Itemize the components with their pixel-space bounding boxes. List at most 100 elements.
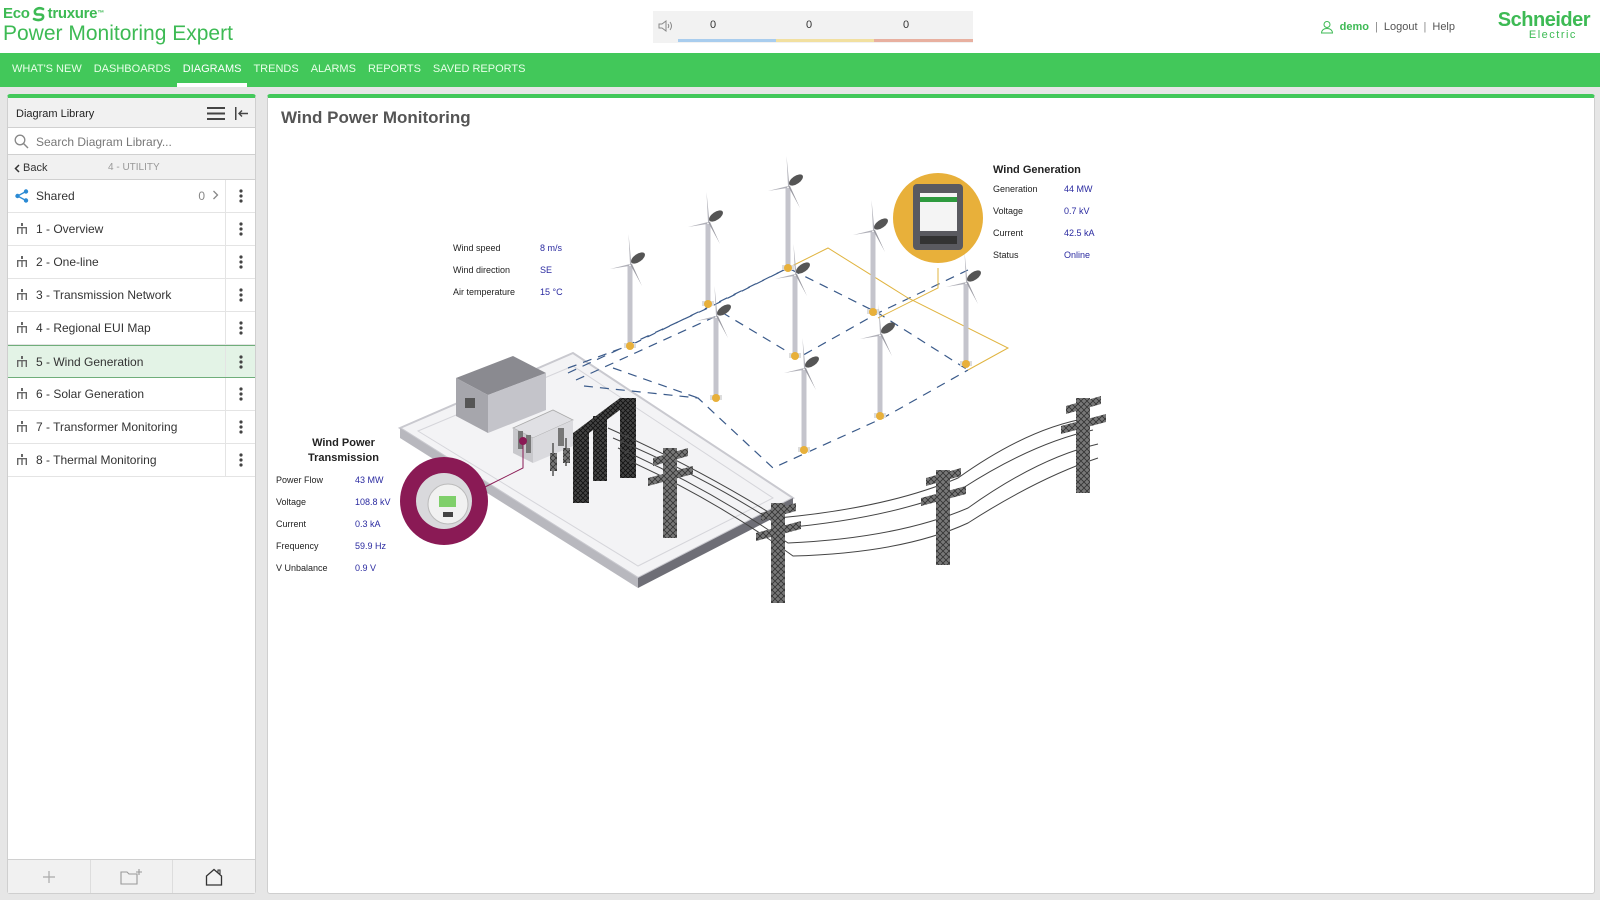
alarm-count-low[interactable]: 0 xyxy=(710,19,716,31)
library-item-shared[interactable]: Shared 0 xyxy=(8,180,255,213)
info-label: Status xyxy=(993,250,1019,260)
library-item[interactable]: 8 - Thermal Monitoring xyxy=(8,444,255,477)
wind-power-transmission-info: Wind Power Transmission Power Flow 43 MW V… xyxy=(276,436,406,585)
more-options-button[interactable] xyxy=(225,180,255,212)
brand-logo: Eco truxure ™ Power Monitoring Expert xyxy=(3,5,233,45)
more-options-button[interactable] xyxy=(225,444,255,476)
info-label: Voltage xyxy=(276,497,307,507)
main-nav: What's New Dashboards Diagrams Trends Al… xyxy=(0,53,1600,87)
library-item-label: 1 - Overview xyxy=(36,222,104,236)
user-name-link[interactable]: demo xyxy=(1340,21,1369,33)
library-item-label: 8 - Thermal Monitoring xyxy=(36,453,157,467)
add-folder-button[interactable] xyxy=(91,860,174,893)
info-value: 15 °C xyxy=(540,287,563,297)
wind-turbine[interactable] xyxy=(775,244,812,360)
library-item[interactable]: 1 - Overview xyxy=(8,213,255,246)
ecostruxure-s-icon xyxy=(32,6,44,21)
transmission-tower xyxy=(756,503,801,603)
nav-reports[interactable]: Reports xyxy=(362,53,427,87)
alarm-line-medium xyxy=(776,39,874,42)
info-row: Voltage 108.8 kV xyxy=(276,497,406,519)
nav-trends[interactable]: Trends xyxy=(247,53,304,87)
transmission-tower xyxy=(921,468,966,565)
info-row: Generation 44 MW xyxy=(993,184,1123,206)
more-vertical-icon xyxy=(238,288,243,302)
library-item[interactable]: 5 - Wind Generation xyxy=(8,345,255,378)
nav-saved-reports[interactable]: Saved Reports xyxy=(427,53,532,87)
info-label: Air temperature xyxy=(453,287,516,297)
wind-turbine[interactable] xyxy=(853,200,890,316)
info-row: Current 0.3 kA xyxy=(276,519,406,541)
wind-turbine[interactable] xyxy=(688,192,725,308)
diagram-list: 1 - Overview 2 - One-line 3 - Transmission… xyxy=(8,213,255,477)
alarm-summary-bar[interactable]: 0 0 0 xyxy=(653,11,973,43)
info-row: Voltage 0.7 kV xyxy=(993,206,1123,228)
info-value: 108.8 kV xyxy=(355,497,391,507)
add-diagram-button[interactable] xyxy=(8,860,91,893)
library-search xyxy=(8,128,255,155)
transmission-meter[interactable] xyxy=(400,457,488,545)
nav-alarms[interactable]: Alarms xyxy=(305,53,362,87)
chevron-right-icon xyxy=(212,189,219,203)
diagram-library-panel: Diagram Library Back 4 - UTILITY Shared … xyxy=(7,94,256,894)
diagram-hierarchy-icon xyxy=(17,388,27,399)
library-item[interactable]: 3 - Transmission Network xyxy=(8,279,255,312)
info-row: Status Online xyxy=(993,250,1123,272)
more-options-button[interactable] xyxy=(225,246,255,278)
weather-info: Wind speed 8 m/s Wind direction SE Air tempe… xyxy=(453,243,593,309)
brand-truxure-text: truxure xyxy=(47,5,98,22)
help-link[interactable]: Help xyxy=(1432,21,1455,33)
wind-turbine[interactable] xyxy=(696,286,733,402)
logout-link[interactable]: Logout xyxy=(1384,21,1418,33)
library-title: Diagram Library xyxy=(16,108,95,120)
ecostruxure-logo: Eco truxure ™ xyxy=(3,5,104,22)
speaker-icon[interactable] xyxy=(658,19,674,33)
alarm-count-high[interactable]: 0 xyxy=(903,19,909,31)
library-item[interactable]: 7 - Transformer Monitoring xyxy=(8,411,255,444)
wind-generation-info: Wind Generation Generation 44 MW Voltage 0.… xyxy=(993,164,1123,272)
brand-eco-text: Eco xyxy=(3,5,30,22)
wind-turbine[interactable] xyxy=(768,156,805,272)
search-input[interactable] xyxy=(36,132,246,151)
diagram-hierarchy-icon xyxy=(17,322,27,333)
wind-turbine[interactable] xyxy=(946,252,983,368)
more-vertical-icon xyxy=(238,354,243,369)
info-label: Wind speed xyxy=(453,243,501,253)
library-item[interactable]: 4 - Regional EUI Map xyxy=(8,312,255,345)
more-options-button[interactable] xyxy=(225,213,255,245)
nav-whats-new[interactable]: What's New xyxy=(6,53,88,87)
more-options-button[interactable] xyxy=(225,312,255,344)
more-vertical-icon xyxy=(238,189,243,203)
shared-label: Shared xyxy=(36,189,75,203)
vendor-subname: Electric xyxy=(1528,29,1577,41)
product-name: Power Monitoring Expert xyxy=(3,22,233,45)
hamburger-menu-icon[interactable] xyxy=(207,107,225,120)
add-icon xyxy=(42,870,55,883)
more-options-button[interactable] xyxy=(225,279,255,311)
back-button[interactable]: Back xyxy=(14,162,47,174)
more-vertical-icon xyxy=(238,387,243,401)
diagram-hierarchy-icon xyxy=(17,355,27,367)
library-item-label: 5 - Wind Generation xyxy=(36,354,144,369)
collapse-panel-icon[interactable] xyxy=(235,107,249,120)
nav-diagrams[interactable]: Diagrams xyxy=(176,53,248,87)
home-icon xyxy=(206,868,223,886)
alarm-count-medium[interactable]: 0 xyxy=(806,19,812,31)
nav-dashboards[interactable]: Dashboards xyxy=(88,53,177,87)
generation-meter[interactable] xyxy=(893,173,983,263)
more-options-button[interactable] xyxy=(225,346,255,377)
alarm-line-low xyxy=(678,39,776,42)
more-options-button[interactable] xyxy=(225,378,255,410)
library-item[interactable]: 2 - One-line xyxy=(8,246,255,279)
more-options-button[interactable] xyxy=(225,411,255,443)
info-row: Wind direction SE xyxy=(453,265,593,287)
generation-title: Wind Generation xyxy=(993,164,1081,176)
breadcrumb: 4 - UTILITY xyxy=(108,162,160,173)
separator: | xyxy=(1423,21,1427,33)
info-value: Online xyxy=(1064,250,1091,260)
wind-turbine[interactable] xyxy=(610,234,647,350)
library-item[interactable]: 6 - Solar Generation xyxy=(8,378,255,411)
info-label: Generation xyxy=(993,184,1038,194)
info-label: V Unbalance xyxy=(276,563,328,573)
home-button[interactable] xyxy=(173,860,255,893)
